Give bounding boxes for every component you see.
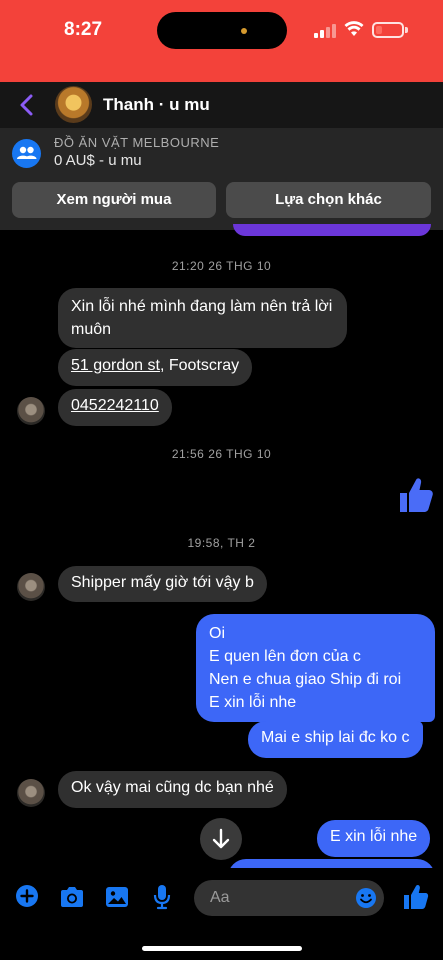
group-icon	[12, 139, 41, 168]
timestamp: 19:58, TH 2	[187, 536, 256, 550]
home-indicator	[142, 946, 302, 951]
address-suffix: , Footscray	[159, 357, 240, 374]
outgoing-message[interactable]: E xin lỗi nhe	[317, 820, 431, 857]
wifi-icon	[344, 21, 364, 36]
scroll-to-bottom-button[interactable]	[200, 818, 242, 860]
microphone-icon[interactable]	[152, 884, 172, 910]
sender-avatar[interactable]	[17, 779, 45, 807]
arrow-down-icon	[212, 828, 230, 849]
dynamic-island	[157, 12, 287, 49]
view-buyers-button[interactable]: Xem người mua	[12, 182, 216, 218]
photo-icon[interactable]	[105, 886, 129, 908]
outgoing-message[interactable]: Mai e ship lai đc ko c	[248, 721, 423, 758]
incoming-message[interactable]: Xin lỗi nhé mình đang làm nên trả lời mu…	[58, 288, 347, 348]
timestamp: 21:56 26 THG 10	[171, 447, 272, 461]
other-options-button[interactable]: Lựa chọn khác	[226, 182, 431, 218]
message-line: Oi	[209, 625, 225, 642]
incoming-message-phone[interactable]: 0452242110	[58, 389, 172, 426]
phone-link[interactable]: 0452242110	[71, 397, 159, 414]
emoji-icon[interactable]	[355, 887, 377, 909]
like-icon[interactable]	[398, 476, 434, 514]
battery-icon	[372, 22, 404, 38]
incoming-message-address[interactable]: 51 gordon st, Footscray	[58, 349, 253, 386]
outgoing-message[interactable]: Oi E quen lên đơn của c Nen e chua giao …	[196, 614, 435, 722]
contact-avatar[interactable]	[55, 86, 92, 123]
battery-tip	[405, 27, 408, 33]
previous-outgoing-bubble	[233, 224, 431, 236]
cellular-signal-icon	[314, 24, 336, 38]
timestamp: 21:20 26 THG 10	[171, 259, 272, 273]
address-link[interactable]: 51 gordon st	[71, 357, 160, 374]
like-icon[interactable]	[403, 884, 429, 910]
incoming-message[interactable]: Shipper mấy giờ tới vậy b	[58, 566, 267, 602]
back-arrow-icon[interactable]	[16, 92, 40, 118]
contact-name[interactable]: Thanh · u mu	[103, 95, 210, 115]
message-line: E quen lên đơn của c	[209, 648, 361, 665]
listing-title: ĐỒ ĂN VẶT MELBOURNE	[54, 135, 220, 150]
sender-avatar[interactable]	[17, 397, 45, 425]
incoming-message[interactable]: Ok vậy mai cũng dc bạn nhé	[58, 771, 287, 808]
plus-icon[interactable]	[15, 884, 39, 908]
sender-avatar[interactable]	[17, 573, 45, 601]
status-time: 8:27	[64, 19, 103, 40]
message-line: E xin lỗi nhe	[209, 694, 297, 711]
listing-price: 0 AU$ - u mu	[54, 152, 142, 169]
message-line: Nen e chua giao Ship đi roi	[209, 671, 402, 688]
camera-indicator	[241, 28, 247, 34]
camera-icon[interactable]	[59, 886, 85, 908]
